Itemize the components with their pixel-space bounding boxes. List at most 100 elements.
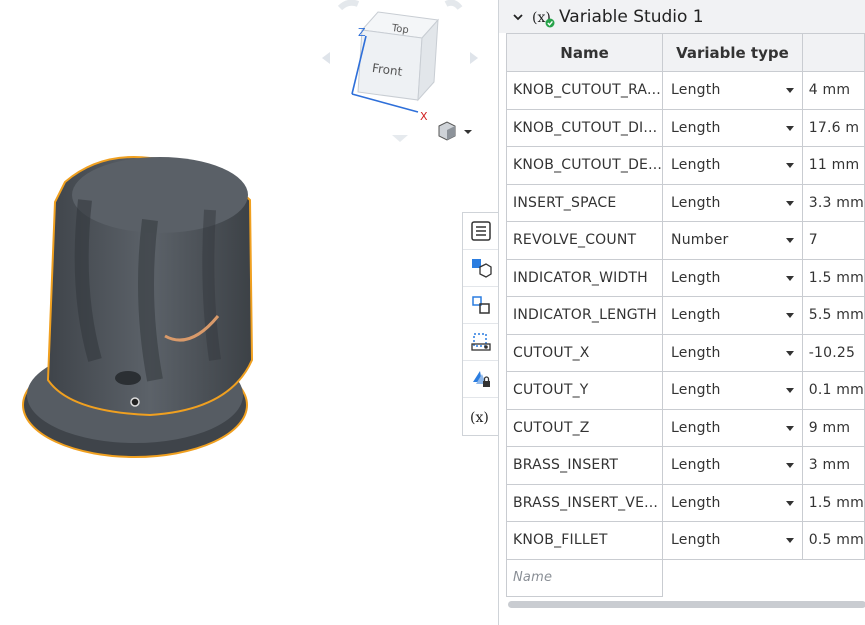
variable-type-select[interactable]: Length <box>662 296 803 335</box>
variable-row[interactable]: CUTOUT_Y Length 0.1 mm <box>505 371 865 410</box>
variable-value-cell[interactable]: 9 mm <box>801 408 865 447</box>
variable-type-value: Length <box>671 82 721 99</box>
variable-value-cell[interactable]: 1.5 mm <box>801 483 865 522</box>
variable-type-select[interactable]: Length <box>662 146 803 185</box>
dropdown-caret-icon <box>785 313 794 319</box>
variable-type-select[interactable]: Length <box>662 483 803 522</box>
variable-type-value: Length <box>671 307 721 324</box>
variable-row[interactable]: KNOB_CUTOUT_DI... Length 17.6 m <box>505 108 865 147</box>
variable-type-value: Length <box>671 194 721 211</box>
mates-button[interactable] <box>463 287 499 324</box>
column-header-name[interactable]: Name <box>505 33 664 72</box>
variable-value-cell[interactable]: 0.5 mm <box>801 521 865 560</box>
variable-type-select[interactable]: Length <box>662 408 803 447</box>
variable-name-cell[interactable]: INSERT_SPACE <box>505 183 664 222</box>
variable-type-value: Length <box>671 157 721 174</box>
z-axis-label: Z <box>358 26 366 39</box>
variable-type-select[interactable]: Length <box>662 258 803 297</box>
variable-studio-panel: (x) Variable Studio 1 Name Variable type… <box>498 0 865 625</box>
variable-type-select[interactable]: Number <box>662 221 803 260</box>
variable-name-cell[interactable]: CUTOUT_Z <box>505 408 664 447</box>
dropdown-caret-icon <box>785 500 794 506</box>
variable-name-cell[interactable]: CUTOUT_X <box>505 333 664 372</box>
variable-name-cell[interactable]: INDICATOR_WIDTH <box>505 258 664 297</box>
variable-value-cell[interactable]: 5.5 mm <box>801 296 865 335</box>
display-mode-icon <box>438 121 472 141</box>
display-mode-button[interactable] <box>436 120 480 142</box>
variable-row[interactable]: CUTOUT_X Length -10.25 <box>505 333 865 372</box>
variable-name-cell[interactable]: CUTOUT_Y <box>505 371 664 410</box>
variable-type-value: Length <box>671 269 721 286</box>
mates-icon <box>472 296 490 314</box>
new-variable-empty-cell <box>662 558 865 597</box>
appearance-lock-icon <box>473 371 490 387</box>
dropdown-caret-icon <box>785 88 794 94</box>
variable-name-cell[interactable]: INDICATOR_LENGTH <box>505 296 664 335</box>
feature-list-button[interactable] <box>463 213 499 250</box>
display-states-button[interactable] <box>463 324 499 361</box>
variable-value-cell[interactable]: 3 mm <box>801 446 865 485</box>
dropdown-caret-icon <box>785 200 794 206</box>
variable-value-cell[interactable]: 3.3 mm <box>801 183 865 222</box>
variable-value-cell[interactable]: -10.25 <box>801 333 865 372</box>
variable-row[interactable]: INDICATOR_LENGTH Length 5.5 mm <box>505 296 865 335</box>
dropdown-caret-icon <box>785 163 794 169</box>
panel-header: (x) Variable Studio 1 <box>499 0 865 33</box>
variable-value-cell[interactable]: 0.1 mm <box>801 371 865 410</box>
variable-value-cell[interactable]: 1.5 mm <box>801 258 865 297</box>
variable-row[interactable]: INSERT_SPACE Length 3.3 mm <box>505 183 865 222</box>
chevron-down-icon[interactable] <box>511 10 525 24</box>
dropdown-caret-icon <box>785 463 794 469</box>
new-variable-name-input[interactable]: Name <box>505 558 664 597</box>
dropdown-caret-icon <box>785 425 794 431</box>
dropdown-caret-icon <box>785 125 794 131</box>
variable-name-cell[interactable]: KNOB_CUTOUT_RA... <box>505 71 664 110</box>
graphics-viewport[interactable]: Top Front Z X <box>0 0 498 625</box>
variable-name-cell[interactable]: REVOLVE_COUNT <box>505 221 664 260</box>
variable-type-value: Length <box>671 532 721 549</box>
variable-row[interactable]: REVOLVE_COUNT Number 7 <box>505 221 865 260</box>
variable-name-cell[interactable]: BRASS_INSERT_VE... <box>505 483 664 522</box>
variable-name-cell[interactable]: KNOB_CUTOUT_DI... <box>505 108 664 147</box>
horizontal-scrollbar[interactable] <box>508 601 865 608</box>
new-variable-row[interactable]: Name <box>505 558 865 597</box>
variable-row[interactable]: KNOB_CUTOUT_DE... Length 11 mm <box>505 146 865 185</box>
knob-model[interactable] <box>0 140 300 480</box>
column-header-type[interactable]: Variable type <box>662 33 803 72</box>
appearance-lock-button[interactable] <box>463 361 499 398</box>
x-axis-label: X <box>420 110 428 123</box>
variable-type-select[interactable]: Length <box>662 183 803 222</box>
variable-row[interactable]: CUTOUT_Z Length 9 mm <box>505 408 865 447</box>
variable-value-cell[interactable]: 4 mm <box>801 71 865 110</box>
variable-type-select[interactable]: Length <box>662 333 803 372</box>
variable-value-cell[interactable]: 17.6 m <box>801 108 865 147</box>
variable-name-cell[interactable]: BRASS_INSERT <box>505 446 664 485</box>
variable-name-cell[interactable]: KNOB_FILLET <box>505 521 664 560</box>
variable-value-cell[interactable]: 11 mm <box>801 146 865 185</box>
variable-row[interactable]: BRASS_INSERT Length 3 mm <box>505 446 865 485</box>
panel-title: Variable Studio 1 <box>559 6 704 27</box>
column-header-value[interactable] <box>801 33 865 72</box>
variable-row[interactable]: KNOB_CUTOUT_RA... Length 4 mm <box>505 71 865 110</box>
variable-type-select[interactable]: Length <box>662 108 803 147</box>
variables-table: Name Variable type KNOB_CUTOUT_RA... Leng… <box>505 33 865 597</box>
dropdown-caret-icon <box>785 388 794 394</box>
dropdown-caret-icon <box>785 538 794 544</box>
variable-type-select[interactable]: Length <box>662 446 803 485</box>
side-toolbar: (x) <box>462 212 499 436</box>
feature-list-icon <box>471 221 491 241</box>
variable-row[interactable]: BRASS_INSERT_VE... Length 1.5 mm <box>505 483 865 522</box>
variable-type-select[interactable]: Length <box>662 521 803 560</box>
variable-type-value: Length <box>671 382 721 399</box>
variable-value-cell[interactable]: 7 <box>801 221 865 260</box>
variable-row[interactable]: INDICATOR_WIDTH Length 1.5 mm <box>505 258 865 297</box>
variable-type-value: Length <box>671 457 721 474</box>
variable-type-select[interactable]: Length <box>662 71 803 110</box>
parts-button[interactable] <box>463 250 499 287</box>
dropdown-caret-icon <box>785 275 794 281</box>
variables-button[interactable]: (x) <box>463 398 499 435</box>
variable-type-select[interactable]: Length <box>662 371 803 410</box>
variable-name-cell[interactable]: KNOB_CUTOUT_DE... <box>505 146 664 185</box>
variables-icon: (x) <box>470 410 489 426</box>
variable-row[interactable]: KNOB_FILLET Length 0.5 mm <box>505 521 865 560</box>
